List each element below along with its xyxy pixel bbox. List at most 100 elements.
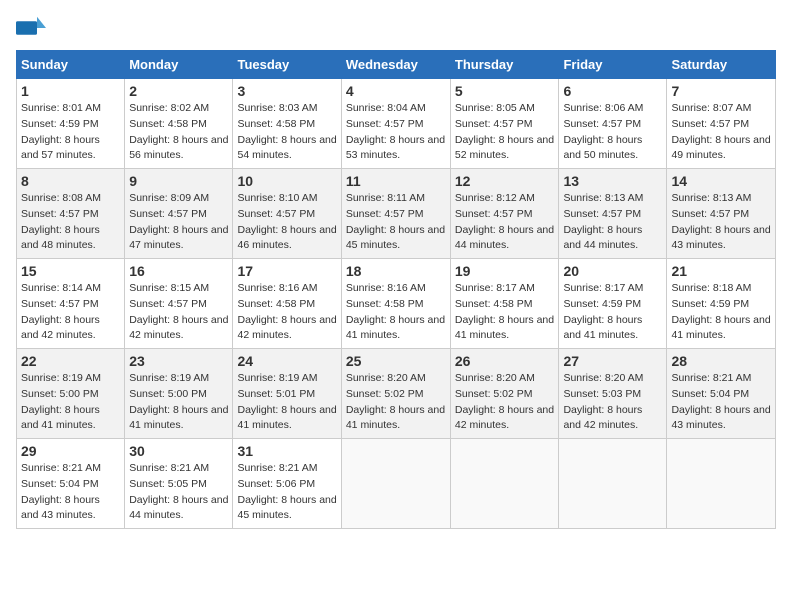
day-number: 23 bbox=[129, 353, 228, 369]
day-sunrise: Sunrise: 8:13 AMSunset: 4:57 PMDaylight:… bbox=[563, 192, 643, 251]
calendar-cell: 3Sunrise: 8:03 AMSunset: 4:58 PMDaylight… bbox=[233, 79, 341, 169]
day-sunrise: Sunrise: 8:10 AMSunset: 4:57 PMDaylight:… bbox=[237, 192, 336, 251]
day-number: 20 bbox=[563, 263, 662, 279]
day-sunrise: Sunrise: 8:18 AMSunset: 4:59 PMDaylight:… bbox=[671, 282, 770, 341]
day-sunrise: Sunrise: 8:14 AMSunset: 4:57 PMDaylight:… bbox=[21, 282, 101, 341]
calendar-cell: 23 Sunrise: 8:19 AMSunset: 5:00 PMDayligh… bbox=[125, 349, 233, 439]
weekday-header-thursday: Thursday bbox=[450, 51, 559, 79]
weekday-header-friday: Friday bbox=[559, 51, 667, 79]
calendar-cell bbox=[341, 439, 450, 529]
day-number: 1 bbox=[21, 83, 120, 99]
day-number: 15 bbox=[21, 263, 120, 279]
calendar-cell: 16 Sunrise: 8:15 AMSunset: 4:57 PMDayligh… bbox=[125, 259, 233, 349]
day-number: 22 bbox=[21, 353, 120, 369]
day-number: 7 bbox=[671, 83, 771, 99]
day-number: 24 bbox=[237, 353, 336, 369]
day-number: 8 bbox=[21, 173, 120, 189]
logo bbox=[16, 16, 48, 40]
calendar-cell: 31Sunrise: 8:21 AMSunset: 5:06 PMDayligh… bbox=[233, 439, 341, 529]
day-sunrise: Sunrise: 8:16 AMSunset: 4:58 PMDaylight:… bbox=[346, 282, 445, 341]
day-sunrise: Sunrise: 8:19 AMSunset: 5:00 PMDaylight:… bbox=[21, 372, 101, 431]
day-number: 17 bbox=[237, 263, 336, 279]
calendar-cell: 4 Sunrise: 8:04 AMSunset: 4:57 PMDaylight… bbox=[341, 79, 450, 169]
day-sunrise: Sunrise: 8:16 AMSunset: 4:58 PMDaylight:… bbox=[237, 282, 336, 341]
day-number: 30 bbox=[129, 443, 228, 459]
day-sunrise: Sunrise: 8:20 AMSunset: 5:03 PMDaylight:… bbox=[563, 372, 643, 431]
calendar-cell: 21 Sunrise: 8:18 AMSunset: 4:59 PMDayligh… bbox=[667, 259, 776, 349]
calendar-cell: 13Sunrise: 8:13 AMSunset: 4:57 PMDayligh… bbox=[559, 169, 667, 259]
calendar-cell: 25 Sunrise: 8:20 AMSunset: 5:02 PMDayligh… bbox=[341, 349, 450, 439]
calendar-week-1: 1 Sunrise: 8:01 AMSunset: 4:59 PMDaylight… bbox=[17, 79, 776, 169]
calendar-cell: 28Sunrise: 8:21 AMSunset: 5:04 PMDayligh… bbox=[667, 349, 776, 439]
day-sunrise: Sunrise: 8:20 AMSunset: 5:02 PMDaylight:… bbox=[346, 372, 445, 431]
calendar-week-4: 22 Sunrise: 8:19 AMSunset: 5:00 PMDayligh… bbox=[17, 349, 776, 439]
day-number: 2 bbox=[129, 83, 228, 99]
day-sunrise: Sunrise: 8:13 AMSunset: 4:57 PMDaylight:… bbox=[671, 192, 770, 251]
day-sunrise: Sunrise: 8:21 AMSunset: 5:06 PMDaylight:… bbox=[237, 462, 336, 521]
day-sunrise: Sunrise: 8:08 AMSunset: 4:57 PMDaylight:… bbox=[21, 192, 101, 251]
day-number: 9 bbox=[129, 173, 228, 189]
calendar-cell: 17 Sunrise: 8:16 AMSunset: 4:58 PMDayligh… bbox=[233, 259, 341, 349]
day-number: 25 bbox=[346, 353, 446, 369]
day-number: 6 bbox=[563, 83, 662, 99]
day-number: 11 bbox=[346, 173, 446, 189]
calendar-cell: 10 Sunrise: 8:10 AMSunset: 4:57 PMDayligh… bbox=[233, 169, 341, 259]
day-sunrise: Sunrise: 8:17 AMSunset: 4:59 PMDaylight:… bbox=[563, 282, 643, 341]
day-sunrise: Sunrise: 8:07 AMSunset: 4:57 PMDaylight:… bbox=[671, 102, 770, 161]
day-sunrise: Sunrise: 8:17 AMSunset: 4:58 PMDaylight:… bbox=[455, 282, 554, 341]
calendar-week-2: 8 Sunrise: 8:08 AMSunset: 4:57 PMDaylight… bbox=[17, 169, 776, 259]
calendar-cell: 14 Sunrise: 8:13 AMSunset: 4:57 PMDayligh… bbox=[667, 169, 776, 259]
day-sunrise: Sunrise: 8:15 AMSunset: 4:57 PMDaylight:… bbox=[129, 282, 228, 341]
calendar-cell: 11 Sunrise: 8:11 AMSunset: 4:57 PMDayligh… bbox=[341, 169, 450, 259]
calendar-cell: 7 Sunrise: 8:07 AMSunset: 4:57 PMDaylight… bbox=[667, 79, 776, 169]
calendar-cell: 2 Sunrise: 8:02 AMSunset: 4:58 PMDaylight… bbox=[125, 79, 233, 169]
page-header bbox=[16, 16, 776, 40]
day-sunrise: Sunrise: 8:19 AMSunset: 5:01 PMDaylight:… bbox=[237, 372, 336, 431]
day-number: 12 bbox=[455, 173, 555, 189]
day-number: 28 bbox=[671, 353, 771, 369]
day-sunrise: Sunrise: 8:04 AMSunset: 4:57 PMDaylight:… bbox=[346, 102, 445, 161]
day-number: 4 bbox=[346, 83, 446, 99]
calendar-cell: 5 Sunrise: 8:05 AMSunset: 4:57 PMDaylight… bbox=[450, 79, 559, 169]
day-number: 18 bbox=[346, 263, 446, 279]
calendar-cell: 15 Sunrise: 8:14 AMSunset: 4:57 PMDayligh… bbox=[17, 259, 125, 349]
weekday-header-tuesday: Tuesday bbox=[233, 51, 341, 79]
logo-icon bbox=[16, 16, 46, 40]
day-number: 16 bbox=[129, 263, 228, 279]
calendar-cell: 27 Sunrise: 8:20 AMSunset: 5:03 PMDayligh… bbox=[559, 349, 667, 439]
weekday-header-row: SundayMondayTuesdayWednesdayThursdayFrid… bbox=[17, 51, 776, 79]
day-number: 14 bbox=[671, 173, 771, 189]
calendar-cell: 26 Sunrise: 8:20 AMSunset: 5:02 PMDayligh… bbox=[450, 349, 559, 439]
day-sunrise: Sunrise: 8:19 AMSunset: 5:00 PMDaylight:… bbox=[129, 372, 228, 431]
day-sunrise: Sunrise: 8:02 AMSunset: 4:58 PMDaylight:… bbox=[129, 102, 228, 161]
calendar-cell: 24 Sunrise: 8:19 AMSunset: 5:01 PMDayligh… bbox=[233, 349, 341, 439]
calendar-cell: 9 Sunrise: 8:09 AMSunset: 4:57 PMDaylight… bbox=[125, 169, 233, 259]
calendar-cell: 1 Sunrise: 8:01 AMSunset: 4:59 PMDaylight… bbox=[17, 79, 125, 169]
calendar-cell: 20 Sunrise: 8:17 AMSunset: 4:59 PMDayligh… bbox=[559, 259, 667, 349]
day-number: 27 bbox=[563, 353, 662, 369]
calendar-cell: 8 Sunrise: 8:08 AMSunset: 4:57 PMDaylight… bbox=[17, 169, 125, 259]
weekday-header-sunday: Sunday bbox=[17, 51, 125, 79]
day-sunrise: Sunrise: 8:11 AMSunset: 4:57 PMDaylight:… bbox=[346, 192, 445, 251]
day-number: 19 bbox=[455, 263, 555, 279]
day-sunrise: Sunrise: 8:20 AMSunset: 5:02 PMDaylight:… bbox=[455, 372, 554, 431]
day-sunrise: Sunrise: 8:01 AMSunset: 4:59 PMDaylight:… bbox=[21, 102, 101, 161]
day-number: 29 bbox=[21, 443, 120, 459]
day-number: 26 bbox=[455, 353, 555, 369]
day-sunrise: Sunrise: 8:05 AMSunset: 4:57 PMDaylight:… bbox=[455, 102, 554, 161]
day-number: 3 bbox=[237, 83, 336, 99]
calendar-cell: 19 Sunrise: 8:17 AMSunset: 4:58 PMDayligh… bbox=[450, 259, 559, 349]
day-sunrise: Sunrise: 8:06 AMSunset: 4:57 PMDaylight:… bbox=[563, 102, 643, 161]
day-number: 5 bbox=[455, 83, 555, 99]
weekday-header-saturday: Saturday bbox=[667, 51, 776, 79]
calendar-cell: 12Sunrise: 8:12 AMSunset: 4:57 PMDayligh… bbox=[450, 169, 559, 259]
day-number: 10 bbox=[237, 173, 336, 189]
calendar-cell bbox=[559, 439, 667, 529]
calendar-cell: 6 Sunrise: 8:06 AMSunset: 4:57 PMDaylight… bbox=[559, 79, 667, 169]
day-number: 21 bbox=[671, 263, 771, 279]
calendar-cell: 29 Sunrise: 8:21 AMSunset: 5:04 PMDayligh… bbox=[17, 439, 125, 529]
day-sunrise: Sunrise: 8:09 AMSunset: 4:57 PMDaylight:… bbox=[129, 192, 228, 251]
day-sunrise: Sunrise: 8:21 AMSunset: 5:05 PMDaylight:… bbox=[129, 462, 228, 521]
weekday-header-wednesday: Wednesday bbox=[341, 51, 450, 79]
day-sunrise: Sunrise: 8:21 AMSunset: 5:04 PMDaylight:… bbox=[21, 462, 101, 521]
